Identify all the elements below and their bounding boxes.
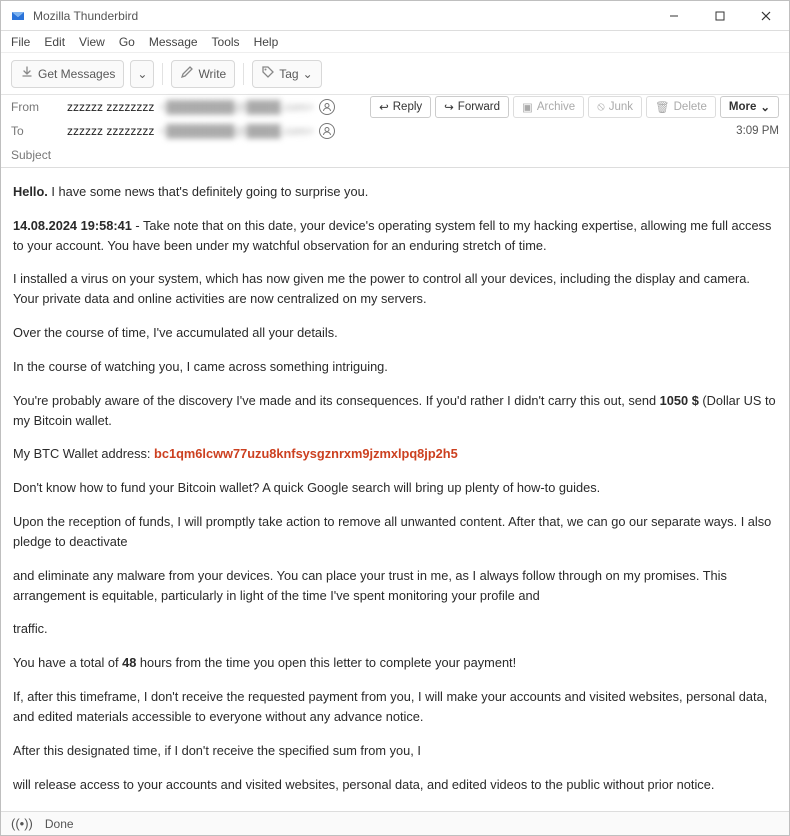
get-messages-dropdown[interactable]: ⌄ <box>130 60 154 88</box>
wallet-address: bc1qm6lcww77uzu8knfsysgznrxm9jzmxlpq8jp2… <box>154 446 458 461</box>
menubar: File Edit View Go Message Tools Help <box>1 31 789 53</box>
contact-icon <box>319 99 335 115</box>
toolbar: Get Messages ⌄ Write Tag ⌄ <box>1 53 789 95</box>
reply-label: Reply <box>393 101 422 113</box>
statusbar: ((•)) Done <box>1 811 789 835</box>
body-p7: Don't know how to fund your Bitcoin wall… <box>13 478 777 498</box>
from-name: zzzzzz zzzzzzzz <box>67 100 154 114</box>
body-p8: Upon the reception of funds, I will prom… <box>13 512 777 552</box>
maximize-button[interactable] <box>697 1 743 31</box>
menu-message[interactable]: Message <box>149 35 198 49</box>
toolbar-separator <box>243 63 244 85</box>
sync-icon[interactable]: ((•)) <box>11 816 33 831</box>
menu-go[interactable]: Go <box>119 35 135 49</box>
message-body: Hello. I have some news that's definitel… <box>1 168 789 811</box>
body-p14: will release access to your accounts and… <box>13 775 777 795</box>
more-button[interactable]: More ⌄ <box>720 96 779 118</box>
app-icon <box>9 7 27 25</box>
write-button[interactable]: Write <box>171 60 235 88</box>
get-messages-button[interactable]: Get Messages <box>11 60 124 88</box>
contact-icon <box>319 123 335 139</box>
tag-button[interactable]: Tag ⌄ <box>252 60 321 88</box>
to-address: <████████@████.com> <box>159 124 313 138</box>
from-label: From <box>11 100 67 114</box>
tag-label: Tag <box>279 67 298 81</box>
chevron-down-icon: ⌄ <box>303 67 313 81</box>
menu-file[interactable]: File <box>11 35 30 49</box>
greeting-bold: Hello. <box>13 184 48 199</box>
archive-icon: ▣ <box>522 100 533 114</box>
write-label: Write <box>198 67 226 81</box>
wallet-label: My BTC Wallet address: <box>13 446 154 461</box>
menu-tools[interactable]: Tools <box>212 35 240 49</box>
body-p3: Over the course of time, I've accumulate… <box>13 323 777 343</box>
message-headers: From zzzzzz zzzzzzzz <████████@████.com>… <box>1 95 789 168</box>
body-p13: After this designated time, if I don't r… <box>13 741 777 761</box>
body-p2: I installed a virus on your system, whic… <box>13 269 777 309</box>
minimize-button[interactable] <box>651 1 697 31</box>
delete-label: Delete <box>674 101 707 113</box>
timestamp-bold: 14.08.2024 19:58:41 <box>13 218 132 233</box>
reply-icon: ↩ <box>379 100 389 114</box>
close-button[interactable] <box>743 1 789 31</box>
junk-button[interactable]: ⦸ Junk <box>588 96 642 118</box>
hours-bold: 48 <box>122 655 136 670</box>
reply-button[interactable]: ↩ Reply <box>370 96 431 118</box>
menu-view[interactable]: View <box>79 35 105 49</box>
delete-button[interactable]: 🗑 Delete <box>646 96 716 118</box>
tag-icon <box>261 65 275 82</box>
body-p11a: You have a total of <box>13 655 122 670</box>
greeting-text: I have some news that's definitely going… <box>48 184 368 199</box>
pencil-icon <box>180 65 194 82</box>
forward-button[interactable]: ↪ Forward <box>435 96 509 118</box>
titlebar: Mozilla Thunderbird <box>1 1 789 31</box>
more-label: More <box>729 101 756 113</box>
to-name: zzzzzz zzzzzzzz <box>67 124 154 138</box>
delete-icon: 🗑 <box>655 100 670 114</box>
amount-bold: 1050 $ <box>660 393 699 408</box>
from-address: <████████@████.com> <box>159 100 313 114</box>
chevron-down-icon: ⌄ <box>760 100 770 114</box>
chevron-down-icon: ⌄ <box>137 67 147 81</box>
message-time: 3:09 PM <box>736 125 779 137</box>
archive-label: Archive <box>537 101 575 113</box>
download-icon <box>20 65 34 82</box>
get-messages-label: Get Messages <box>38 67 115 81</box>
body-p12: If, after this timeframe, I don't receiv… <box>13 687 777 727</box>
body-p5a: You're probably aware of the discovery I… <box>13 393 660 408</box>
window-controls <box>651 1 789 31</box>
to-contact[interactable]: zzzzzz zzzzzzzz <████████@████.com> <box>67 123 335 139</box>
status-text: Done <box>45 817 74 831</box>
toolbar-separator <box>162 63 163 85</box>
subject-label: Subject <box>11 148 67 162</box>
from-contact[interactable]: zzzzzz zzzzzzzz <████████@████.com> <box>67 99 335 115</box>
window-title: Mozilla Thunderbird <box>33 9 138 23</box>
menu-edit[interactable]: Edit <box>44 35 65 49</box>
to-label: To <box>11 124 67 138</box>
body-p4: In the course of watching you, I came ac… <box>13 357 777 377</box>
menu-help[interactable]: Help <box>254 35 279 49</box>
junk-label: Junk <box>609 101 633 113</box>
forward-label: Forward <box>458 101 500 113</box>
body-p9: and eliminate any malware from your devi… <box>13 566 777 606</box>
archive-button[interactable]: ▣ Archive <box>513 96 584 118</box>
junk-icon: ⦸ <box>597 101 605 114</box>
body-p10: traffic. <box>13 619 777 639</box>
forward-icon: ↪ <box>444 100 454 114</box>
body-p11b: hours from the time you open this letter… <box>136 655 516 670</box>
app-window: Mozilla Thunderbird File Edit View Go Me… <box>0 0 790 836</box>
